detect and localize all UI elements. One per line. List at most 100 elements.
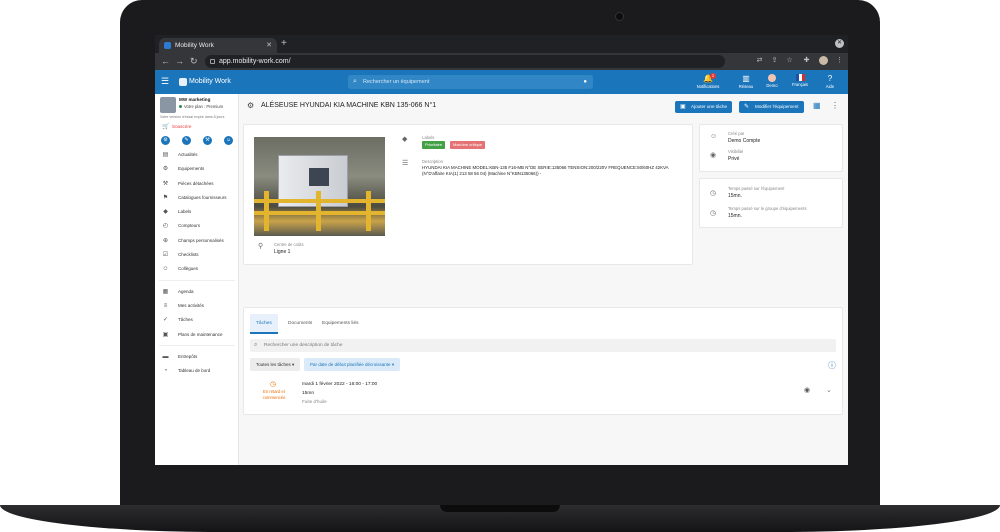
org-avatar[interactable]	[160, 97, 176, 113]
screen: Mobility Work ✕ + ✕ ← → ↻ app.mobility-w…	[155, 35, 848, 465]
tab-documents[interactable]: Documents	[282, 314, 318, 334]
tab-taches[interactable]: Tâches	[250, 314, 278, 334]
browser-tab[interactable]: Mobility Work ✕	[159, 38, 277, 53]
back-icon[interactable]: ←	[161, 54, 170, 69]
forward-icon[interactable]: →	[175, 54, 184, 69]
help-menu[interactable]: ? Aide	[813, 73, 847, 93]
label-chip-priority[interactable]: Prioritaire	[422, 141, 446, 149]
edit-equipment-button[interactable]: ✎ Modifier l'équipement	[739, 101, 804, 113]
menu-icon[interactable]: ☰	[161, 76, 169, 87]
sidebar-item-labels[interactable]: ◆ Labels	[155, 205, 239, 219]
creator-card: ☺ Créé par Demo Compte ◉ Visibilité Priv…	[699, 124, 843, 172]
label-chip-critical[interactable]: Machine critique	[450, 141, 486, 149]
sidebar-item-plans[interactable]: ▣ Plans de maintenance	[155, 328, 239, 342]
more-options-icon[interactable]: ⋮	[831, 101, 839, 110]
sidebar-divider	[159, 342, 235, 346]
sidebar-item-agenda[interactable]: ▦ Agenda	[155, 285, 239, 299]
sidebar-item-catalogues[interactable]: ⚑ Catalogues fournisseurs	[155, 191, 239, 205]
lock-icon	[210, 59, 215, 64]
window-close-icon[interactable]: ✕	[835, 39, 844, 48]
time-equipment-value: 15mn.	[728, 193, 742, 199]
sidebar-item-pieces[interactable]: ⚒ Pièces détachées	[155, 177, 239, 191]
quick-parts-icon[interactable]: ⚒	[203, 136, 212, 145]
upgrade-link[interactable]: 🛒 Souscrire	[162, 124, 191, 130]
laptop-notch	[440, 505, 560, 512]
page-title: ALÉSEUSE HYUNDAI KIA MACHINE KBN 135-066…	[261, 102, 437, 109]
sidebar-item-taches[interactable]: ✓ Tâches	[155, 313, 239, 327]
equipment-search-input[interactable]: ⌕ Rechercher un équipement ●	[348, 75, 593, 89]
sort-filter[interactable]: Par date de début planifiée décroissante…	[304, 358, 401, 371]
labels-title: Labels	[422, 135, 435, 140]
sidebar-item-equipements[interactable]: ⚙ Equipements	[155, 162, 239, 176]
add-task-button[interactable]: ▣ Ajouter une tâche	[675, 101, 733, 113]
french-flag-icon	[795, 74, 805, 81]
catalog-icon: ⚑	[162, 194, 169, 201]
tag-icon: ◆	[402, 136, 408, 143]
equipment-card: ◆ Labels Prioritaire Machine critique ☰ …	[243, 124, 693, 265]
sidebar-item-tableau[interactable]: ◔ Tableau de bord	[155, 364, 239, 378]
favicon-icon	[164, 42, 171, 49]
profile-avatar[interactable]	[819, 56, 828, 65]
extensions-icon[interactable]: ✚	[802, 56, 811, 65]
sidebar-divider	[159, 277, 235, 281]
chevron-down-icon[interactable]: ⌄	[826, 386, 832, 394]
add-task-icon: ▣	[680, 104, 686, 110]
description-title: Description	[422, 159, 443, 164]
notifications-menu[interactable]: 🔔 2 Notifications	[691, 73, 725, 93]
equipment-photo[interactable]	[254, 137, 385, 236]
sidebar-item-compteurs[interactable]: ◴ Compteurs	[155, 219, 239, 233]
brand-logo[interactable]: Mobility Work	[179, 75, 231, 89]
share-icon[interactable]: ⇪	[770, 56, 779, 65]
warehouse-icon: ▬	[162, 353, 169, 360]
counter-icon: ◴	[162, 223, 169, 230]
new-tab-icon[interactable]: +	[281, 37, 287, 51]
close-tab-icon[interactable]: ✕	[266, 38, 272, 53]
all-tasks-filter[interactable]: Toutes les tâches ▾	[250, 358, 301, 371]
home-label: Demo	[766, 83, 778, 88]
quick-equipment-icon[interactable]: ⚙	[161, 136, 170, 145]
webcam	[615, 12, 624, 21]
org-name: MW marketing	[179, 97, 211, 102]
trial-note: Votre version d'essai expire dans 8 jour…	[160, 115, 225, 119]
people-icon: ☺	[162, 266, 169, 273]
sidebar-item-champs[interactable]: ⊕ Champs personnalisés	[155, 234, 239, 248]
cart-icon: 🛒	[162, 124, 170, 130]
task-item[interactable]: ◷ En retard et commencée mardi 1 février…	[250, 380, 836, 414]
late-clock-icon: ◷	[270, 381, 277, 388]
visibility-title: Visibilité	[728, 149, 744, 154]
address-bar[interactable]: app.mobility-work.com/	[205, 55, 725, 68]
sidebar-item-collegues[interactable]: ☺ Collègues	[155, 262, 239, 276]
sidebar-item-activites[interactable]: ≡ Mes activités	[155, 299, 239, 313]
tab-linked-equipment[interactable]: Equipements liés	[316, 314, 365, 334]
help-circle-icon[interactable]: ⓘ	[828, 360, 836, 371]
location-pin-icon: ⚲	[258, 243, 264, 250]
language-menu[interactable]: Français	[783, 73, 817, 93]
eye-icon: ◉	[710, 152, 717, 159]
sidebar-item-entrepots[interactable]: ▬ Entrepôts	[155, 350, 239, 364]
sidebar-item-actualites[interactable]: ▤ Actualités	[155, 148, 239, 162]
quick-people-icon[interactable]: ☺	[224, 136, 233, 145]
translate-icon[interactable]: ⇄	[755, 56, 764, 65]
bookmark-star-icon[interactable]: ☆	[785, 56, 794, 65]
help-icon: ?	[827, 74, 833, 83]
task-search-input[interactable]: ⌕ Rechercher une description de tâche	[250, 339, 836, 352]
qr-code-icon[interactable]: ▦	[813, 101, 821, 110]
chevron-down-icon: ▾	[391, 362, 395, 367]
sidebar-item-checklists[interactable]: ☑ Checklists	[155, 248, 239, 262]
activity-icon: ≡	[163, 302, 168, 309]
task-status: En retard et commencée	[262, 389, 286, 400]
browser-menu-icon[interactable]: ⋮	[835, 56, 844, 65]
dashboard-icon: ◔	[163, 368, 168, 375]
reload-icon[interactable]: ↻	[190, 54, 198, 69]
help-label: Aide	[825, 84, 835, 89]
microphone-icon[interactable]: ●	[583, 75, 587, 89]
pencil-icon: ✎	[744, 104, 750, 110]
quick-task-icon[interactable]: ✎	[182, 136, 191, 145]
task-icon: ✓	[162, 317, 169, 324]
task-date: mardi 1 février 2022 - 16:00 - 17:00	[302, 382, 378, 387]
browser-toolbar: ← → ↻ app.mobility-work.com/ ⇄ ⇪ ☆ ✚ ⋮	[155, 53, 848, 70]
description-icon: ☰	[402, 160, 409, 167]
eye-icon[interactable]: ◉	[804, 386, 810, 394]
checklist-icon: ☑	[162, 252, 169, 259]
cost-center-value: Ligne 1	[274, 249, 291, 255]
